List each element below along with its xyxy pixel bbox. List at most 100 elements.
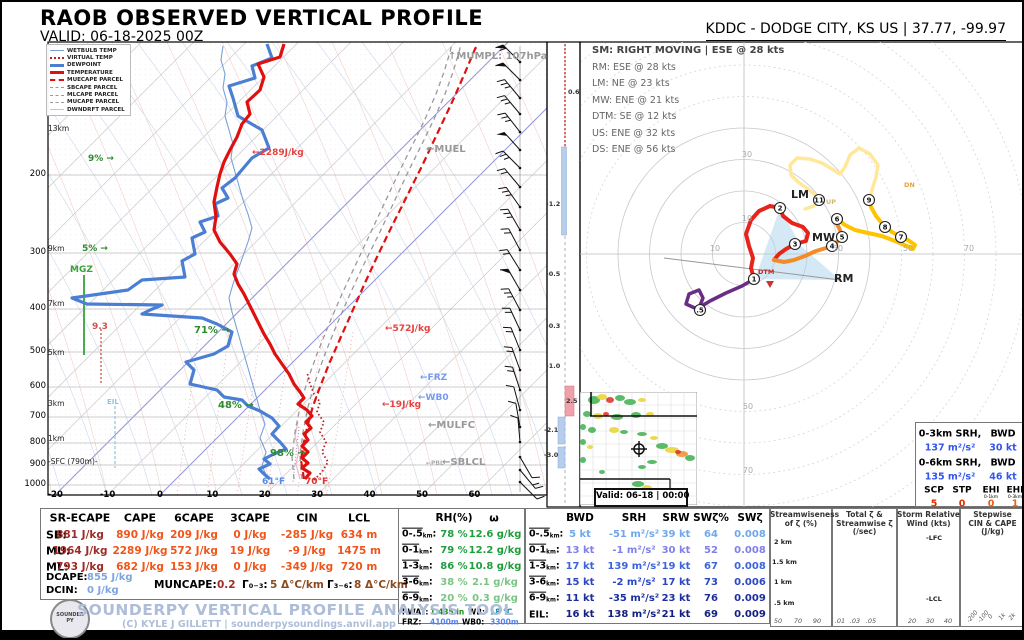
kinematics-row-label: EIL: [529, 610, 549, 620]
skewt-annotation: 70°F [305, 478, 328, 487]
thermo-value: 890 J/kg [116, 530, 164, 541]
omega-header: ω [489, 513, 499, 524]
bwd03-value: 30 kt [989, 443, 1016, 453]
height-label: 7km [48, 300, 64, 308]
skewt-annotation: 9.3 [92, 323, 108, 332]
omega-value: 10.8 g/kg [469, 562, 522, 572]
height-label: 1km [48, 435, 64, 443]
thermo-value: -285 J/kg [281, 530, 333, 541]
legend-item: MUCAPE PARCEL [50, 99, 128, 106]
legend-swatch [50, 57, 64, 59]
kinematics-value: 67 [704, 562, 718, 572]
svg-text:50: 50 [903, 244, 913, 253]
skewt-annotation: ←SBLCL [442, 458, 485, 468]
height-label: -SFC (790m)- [48, 458, 98, 466]
svg-text:.5: .5 [696, 307, 704, 315]
thermo-header: LCL [348, 513, 370, 524]
thermo-header: 3CAPE [230, 513, 270, 524]
svg-text:6: 6 [835, 216, 840, 224]
svg-text:50: 50 [743, 402, 753, 411]
kinematics-header: SWζ [737, 513, 762, 524]
pressure-tick-label: 700 [22, 412, 46, 421]
thermo-value: 2289 J/kg [112, 546, 167, 557]
omega-value: -1.2 [546, 201, 560, 208]
temp-tick-label: -20 [45, 491, 65, 500]
kinematics-value: -1 m²/s² [612, 546, 655, 556]
thermo-value: 881 J/kg [56, 530, 104, 541]
skewt-annotation: ←19J/kg [382, 401, 421, 410]
pressure-tick-label: 400 [22, 304, 46, 313]
skewt-annotation: 61°F [262, 478, 285, 487]
storm-motion-line-0: SM: RIGHT MOVING | ESE @ 28 kts [592, 46, 784, 56]
thermo-value: 1475 m [337, 546, 381, 557]
rh-row-label: 1-3km: [402, 562, 433, 573]
legend-item: MUECAPE PARCEL [50, 77, 128, 84]
kinematics-value: 11 kt [566, 594, 595, 604]
svg-text:1: 1 [752, 276, 757, 284]
legend-item: MLCAPE PARCEL [50, 91, 128, 98]
pressure-tick-label: 600 [22, 382, 46, 391]
kinematics-value: 21 kt [662, 610, 691, 620]
app-window: .5123456789111010303050705070 RAOB OBSER… [0, 0, 1024, 640]
rh-value: 38 % [440, 578, 467, 588]
muecape-trace [301, 44, 478, 479]
legend-label: DWNDRFT PARCEL [67, 107, 125, 113]
rh-value: 79 % [440, 546, 467, 556]
kinematics-row-label: 3-6km: [529, 578, 560, 589]
dcin-label: DCIN: [46, 586, 78, 596]
kinematics-value: 5 kt [569, 530, 591, 540]
legend-label: TEMPERATURE [67, 70, 113, 76]
thermo-value: 1964 J/kg [52, 546, 107, 557]
legend-item: DEWPOINT [50, 62, 128, 69]
storm-motion-line-2: LM: NE @ 23 kts [592, 79, 670, 89]
legend-item: DWNDRFT PARCEL [50, 106, 128, 113]
station-id: KDDC - DODGE CITY, KS US | 37.77, -99.97 [706, 22, 1006, 41]
thermo-value: 572 J/kg [170, 546, 218, 557]
lapse36-value: 8 Δ°C/km [354, 580, 408, 591]
kinematics-value: 139 m²/s² [607, 562, 660, 572]
kinematics-value: 0.008 [734, 546, 766, 556]
mini-panel-tick: .01 [832, 618, 848, 625]
temp-tick-label: -10 [98, 491, 118, 500]
svg-text:10: 10 [710, 244, 720, 253]
composite-value: 5 [931, 499, 938, 509]
composite-header: SCP [924, 487, 944, 496]
kinematics-value: 0.008 [734, 530, 766, 540]
thermo-header: 6CAPE [174, 513, 214, 524]
pressure-tick-label: 300 [22, 248, 46, 257]
thermo-value: 682 J/kg [116, 562, 164, 573]
legend-item: WETBULB TEMP [50, 47, 128, 54]
frz-value: 4100m [430, 618, 459, 626]
pressure-tick-label: 900 [22, 460, 46, 469]
legend-swatch [50, 79, 64, 81]
height-label: 5km [48, 349, 64, 357]
mini-panel-title: StepwiseCIN & CAPE(J/kg) [960, 511, 1024, 537]
mini-panel-ylabel: -LFC [926, 535, 942, 542]
kinematics-row-label: 0-1km: [529, 546, 560, 557]
hodograph-label-dtm: DTM [758, 269, 774, 276]
kinematics-value: 19 kt [662, 562, 691, 572]
svg-text:30: 30 [742, 150, 752, 159]
omega-value: -0.5 [546, 271, 560, 278]
storm-motion-line-1: RM: ESE @ 28 kts [592, 63, 676, 73]
thermo-header: CAPE [124, 513, 156, 524]
legend-label: VIRTUAL TEMP [67, 55, 113, 61]
kinematics-header: SWζ% [693, 513, 729, 524]
kinematics-value: -2 m²/s² [612, 578, 655, 588]
kinematics-value: 52 [704, 546, 718, 556]
kinematics-value: -35 m²/s² [609, 594, 659, 604]
legend-swatch [50, 71, 64, 74]
thermo-header: CIN [296, 513, 317, 524]
kinematics-header: BWD [566, 513, 594, 524]
kinematics-value: 0.009 [734, 610, 766, 620]
svg-text:7: 7 [899, 234, 904, 242]
omega-value: 12.2 g/kg [469, 546, 522, 556]
kinematics-value: 13 kt [566, 546, 595, 556]
thermo-value: 0 J/kg [233, 530, 266, 541]
mini-panel-ylabel: 2 km [774, 539, 792, 546]
legend-swatch [50, 50, 64, 51]
rh-row-label: 0-.5km: [402, 530, 436, 541]
height-label: 3km [48, 400, 64, 408]
kinematics-value: 0.009 [734, 594, 766, 604]
storm-motion-line-6: DS: ENE @ 56 kts [592, 145, 676, 155]
